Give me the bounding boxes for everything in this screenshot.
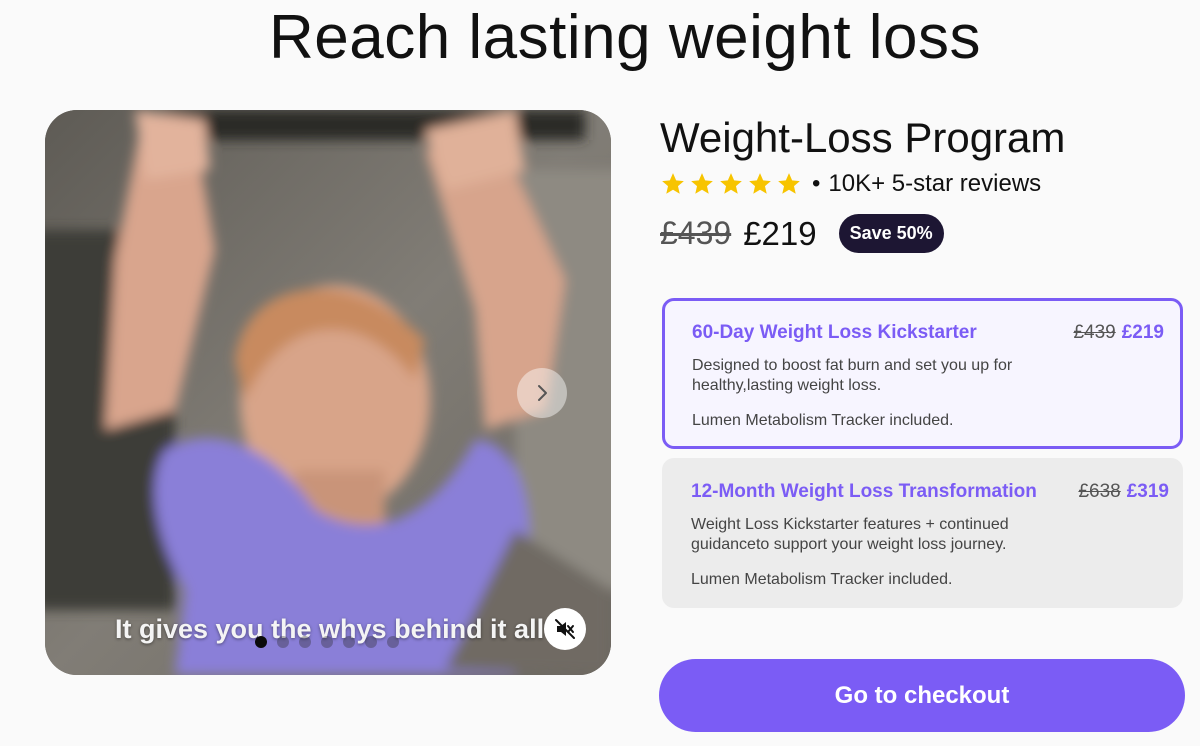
plan-sale-price: £219 [1121, 322, 1164, 343]
slide-indicators [255, 636, 399, 648]
product-title: Weight-Loss Program [660, 114, 1066, 161]
discount-badge: Save 50% [838, 214, 944, 253]
star-icon [720, 173, 742, 194]
slide-dot[interactable] [387, 636, 399, 648]
reviews-count: 10K+ 5-star reviews [828, 170, 1042, 197]
star-rating [660, 171, 802, 197]
plan-price: £439 £219 [1073, 322, 1164, 344]
plan-name: 12-Month Weight Loss Transformation [691, 481, 1037, 502]
plan-price: £638 £319 [1078, 481, 1169, 503]
plan-inclusion-note: Lumen Metabolism Tracker included. [691, 571, 953, 588]
slide-dot[interactable] [277, 636, 289, 648]
rating-row: • 10K+ 5-star reviews [660, 170, 1041, 198]
plan-option-60-day[interactable]: 60-Day Weight Loss Kickstarter £439 £219 … [662, 298, 1183, 449]
chevron-right-icon [538, 385, 547, 401]
plan-description: Weight Loss Kickstarter features + conti… [691, 516, 1009, 553]
plan-name: 60-Day Weight Loss Kickstarter [692, 322, 977, 343]
sale-price: £219 [743, 214, 817, 252]
slide-dot[interactable] [299, 636, 311, 648]
slide-dot[interactable] [365, 636, 377, 648]
star-icon [691, 173, 713, 194]
slide-dot[interactable] [343, 636, 355, 648]
plan-option-12-month[interactable]: 12-Month Weight Loss Transformation £638… [662, 458, 1183, 608]
price-row: £439 £219 Save 50% [660, 214, 944, 253]
separator-dot: • [812, 170, 821, 197]
plan-original-price: £439 [1073, 322, 1116, 343]
page-title: Reach lasting weight loss [268, 3, 982, 72]
slide-dot[interactable] [255, 636, 267, 648]
plan-inclusion-note: Lumen Metabolism Tracker included. [692, 412, 954, 429]
plan-sale-price: £319 [1126, 481, 1169, 502]
next-slide-button[interactable] [517, 368, 567, 418]
slide-dot[interactable] [321, 636, 333, 648]
plan-original-price: £638 [1078, 481, 1121, 502]
original-price: £439 [660, 215, 732, 251]
mute-button[interactable] [544, 608, 586, 650]
speaker-muted-icon [555, 619, 575, 639]
video-player[interactable]: It gives you the whys behind it all [45, 110, 611, 675]
star-icon [662, 173, 684, 194]
star-icon [778, 173, 800, 194]
plan-description: Designed to boost fat burn and set you u… [692, 357, 1013, 394]
star-icon [749, 173, 771, 194]
checkout-button[interactable]: Go to checkout [659, 659, 1185, 732]
